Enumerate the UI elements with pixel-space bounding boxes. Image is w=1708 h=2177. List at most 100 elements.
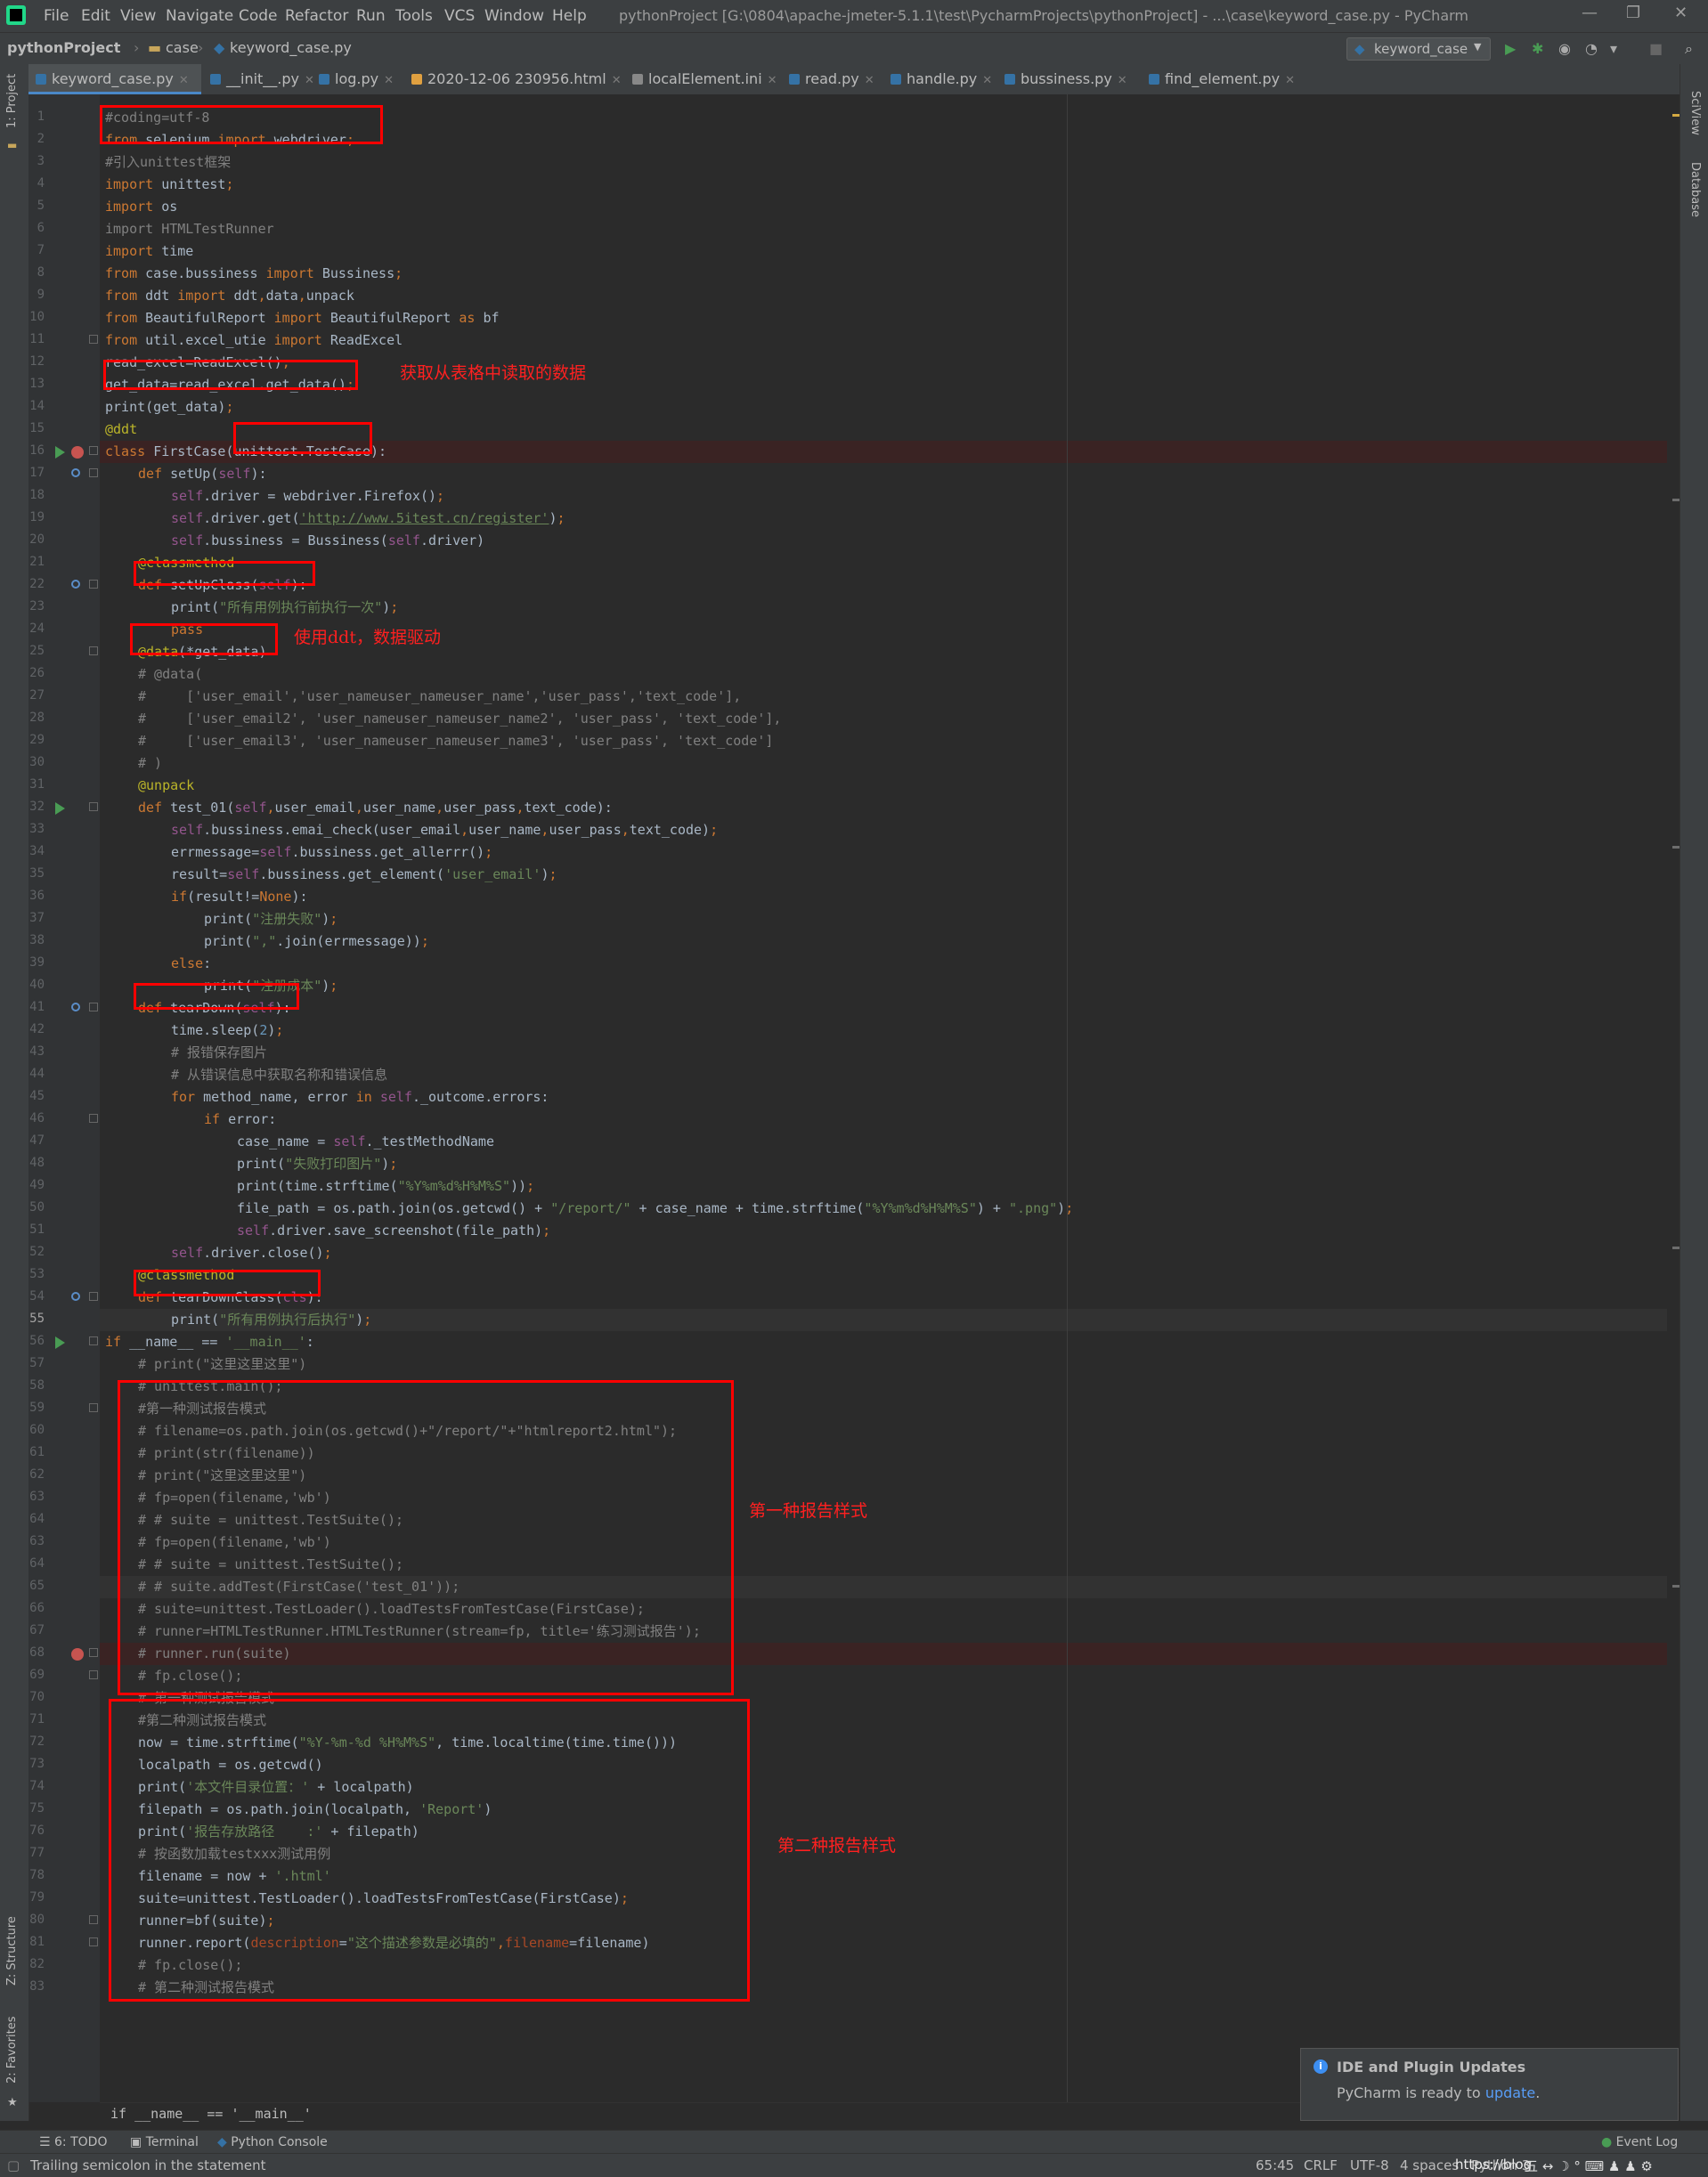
coverage-icon[interactable]: ◉ [1558,40,1571,57]
fold-marker-icon[interactable] [89,1648,98,1657]
fold-marker-icon[interactable] [89,646,98,655]
menu-edit[interactable]: Edit [81,7,110,25]
fold-marker-icon[interactable] [89,802,98,811]
fold-marker-icon[interactable] [89,468,98,477]
fold-marker-icon[interactable] [89,1292,98,1301]
tab-bussiness[interactable]: bussiness.py ✕ [997,64,1127,94]
code-line[interactable]: else: [100,953,1667,975]
project-tool-button[interactable]: 1: Project [5,74,19,128]
restore-icon[interactable]: ❐ [1626,4,1640,22]
code-line[interactable]: # ['user_email2', 'user_nameuser_nameuse… [100,708,1667,730]
tab-handle[interactable]: handle.py ✕ [883,64,992,94]
code-line[interactable]: def tearDownClass(cls): [100,1287,1667,1309]
tab-find-element[interactable]: find_element.py ✕ [1142,64,1295,94]
tab-read[interactable]: read.py ✕ [782,64,874,94]
code-line[interactable]: # ['user_email3', 'user_nameuser_nameuse… [100,730,1667,752]
code-line[interactable]: def tearDown(self): [100,997,1667,1019]
fold-marker-icon[interactable] [89,1915,98,1924]
close-tab-icon[interactable]: ✕ [612,74,622,87]
override-gutter-icon[interactable] [71,468,80,477]
fold-marker-icon[interactable] [89,446,98,455]
code-line[interactable]: from util.excel_utie import ReadExcel [100,329,1667,352]
stop-icon[interactable]: ■ [1649,40,1663,57]
close-tab-icon[interactable]: ✕ [768,74,777,87]
code-line[interactable]: self.driver.get('http://www.5itest.cn/re… [100,508,1667,530]
code-line[interactable]: import os [100,196,1667,218]
debug-icon[interactable]: ✱ [1532,40,1543,57]
python-console-tool-button[interactable]: ◆ Python Console [217,2135,328,2149]
tab-init[interactable]: __init__.py ✕ [203,64,314,94]
close-tab-icon[interactable]: ✕ [384,74,394,87]
close-tab-icon[interactable]: ✕ [865,74,874,87]
terminal-tool-button[interactable]: ▣ Terminal [130,2135,199,2149]
run-config-select[interactable]: ◆ keyword_case ▼ [1346,37,1491,61]
code-line[interactable]: self.bussiness = Bussiness(self.driver) [100,530,1667,552]
run-icon[interactable]: ▶ [1505,40,1516,57]
code-line[interactable]: # print("这里这里这里") [100,1353,1667,1376]
tab-html-report[interactable]: 2020-12-06 230956.html ✕ [404,64,622,94]
code-line[interactable]: @classmethod [100,552,1667,574]
menu-file[interactable]: File [44,7,69,25]
code-line[interactable]: import HTMLTestRunner [100,218,1667,240]
override-gutter-icon[interactable] [71,1003,80,1011]
fold-marker-icon[interactable] [89,1114,98,1123]
close-tab-icon[interactable]: ✕ [1285,74,1295,87]
fold-marker-icon[interactable] [89,580,98,589]
profile-icon[interactable]: ◔ [1585,40,1598,57]
sciview-tool-button[interactable]: SciView [1688,91,1702,135]
code-line[interactable]: import time [100,240,1667,263]
menu-help[interactable]: Help [552,7,587,25]
close-tab-icon[interactable]: ✕ [179,74,189,87]
update-link[interactable]: update [1485,2084,1535,2101]
code-line[interactable]: errmessage=self.bussiness.get_allerrr(); [100,841,1667,864]
run-gutter-icon[interactable] [55,802,65,815]
code-line[interactable]: def setUpClass(self): [100,574,1667,597]
breadcrumb-project[interactable]: pythonProject [7,39,120,56]
menu-vcs[interactable]: VCS [444,7,475,25]
code-line[interactable]: if(result!=None): [100,886,1667,908]
code-line[interactable]: # @data( [100,663,1667,686]
breakpoint-icon[interactable] [71,446,84,459]
code-line[interactable]: print("注册失败"); [100,908,1667,930]
fold-marker-icon[interactable] [89,1403,98,1412]
indent-setting[interactable]: 4 spaces [1400,2157,1459,2173]
code-line[interactable]: if __name__ == '__main__': [100,1331,1667,1353]
code-line[interactable]: file_path = os.path.join(os.getcwd() + "… [100,1198,1667,1220]
code-line[interactable]: # ) [100,752,1667,775]
menu-refactor[interactable]: Refactor [285,7,348,25]
notification-popup[interactable]: i IDE and Plugin Updates PyCharm is read… [1300,2048,1679,2121]
code-line[interactable]: print(get_data); [100,396,1667,418]
code-line[interactable]: import unittest; [100,174,1667,196]
code-line[interactable]: # 报错保存图片 [100,1042,1667,1064]
breakpoint-icon[interactable] [71,1648,84,1661]
fold-marker-icon[interactable] [89,1670,98,1679]
fold-marker-icon[interactable] [89,1336,98,1345]
run-gutter-icon[interactable] [55,1336,65,1349]
structure-tool-button[interactable]: Z: Structure [5,1916,19,1986]
code-line[interactable]: print("失败打印图片"); [100,1153,1667,1175]
code-line[interactable]: if error: [100,1109,1667,1131]
code-line[interactable]: time.sleep(2); [100,1019,1667,1042]
close-icon[interactable]: ✕ [1674,4,1688,22]
breadcrumb-folder[interactable]: case [166,39,199,56]
line-separator[interactable]: CRLF [1304,2157,1338,2173]
close-tab-icon[interactable]: ✕ [982,74,992,87]
file-encoding[interactable]: UTF-8 [1350,2157,1389,2173]
code-line[interactable]: from BeautifulReport import BeautifulRep… [100,307,1667,329]
database-tool-button[interactable]: Database [1688,162,1702,217]
code-line[interactable]: def setUp(self): [100,463,1667,485]
code-line[interactable]: self.driver.save_screenshot(file_path); [100,1220,1667,1242]
favorites-tool-button[interactable]: 2: Favorites [5,2016,19,2084]
code-breadcrumb-item[interactable]: if __name__ == '__main__' [110,2106,312,2122]
minimize-icon[interactable]: — [1582,4,1598,22]
caret-position[interactable]: 65:45 [1256,2157,1294,2173]
code-line[interactable]: print(time.strftime("%Y%m%d%H%M%S")); [100,1175,1667,1198]
code-line[interactable]: @classmethod [100,1264,1667,1287]
menu-window[interactable]: Window [484,7,544,25]
tab-keyword-case[interactable]: keyword_case.py ✕ [28,64,201,94]
code-line[interactable]: print("所有用例执行后执行"); [100,1309,1667,1331]
code-line[interactable]: print("注册成本"); [100,975,1667,997]
fold-marker-icon[interactable] [89,1937,98,1946]
code-line[interactable]: result=self.bussiness.get_element('user_… [100,864,1667,886]
code-line[interactable]: @unpack [100,775,1667,797]
